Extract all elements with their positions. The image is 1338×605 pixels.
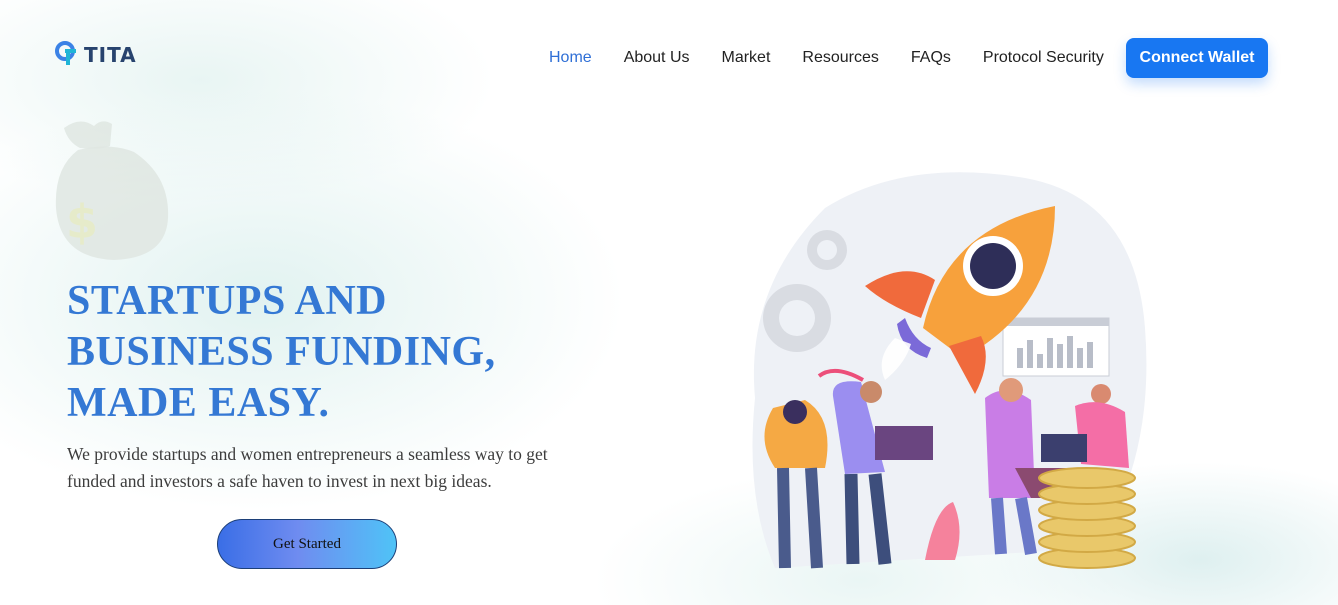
nav-item-faqs[interactable]: FAQs [911, 48, 951, 68]
hero-title-line: BUSINESS FUNDING, [67, 329, 496, 375]
get-started-button[interactable]: Get Started [217, 519, 397, 569]
nav-item-resources[interactable]: Resources [802, 48, 878, 68]
hero-title: STARTUPS AND BUSINESS FUNDING, MADE EASY… [67, 276, 627, 429]
hero-title-line: MADE EASY. [67, 380, 330, 426]
svg-text:$: $ [66, 195, 98, 249]
nav-item-protocol-security[interactable]: Protocol Security [983, 48, 1104, 68]
nav-item-home[interactable]: Home [549, 48, 592, 68]
money-bag-icon: $ [50, 118, 172, 267]
tita-logo-icon [54, 40, 78, 70]
hero-subtitle: We provide startups and women entreprene… [67, 444, 548, 491]
connect-wallet-button[interactable]: Connect Wallet [1126, 38, 1268, 78]
brand-name: TITA [84, 43, 137, 67]
rocket-team-illustration [735, 168, 1155, 592]
nav-item-about-us[interactable]: About Us [624, 48, 690, 68]
nav-item-market[interactable]: Market [722, 48, 771, 68]
hero-title-line: STARTUPS AND [67, 278, 387, 324]
main-nav: Home About Us Market Resources FAQs Prot… [549, 48, 1136, 68]
brand-logo[interactable]: TITA [54, 40, 137, 70]
